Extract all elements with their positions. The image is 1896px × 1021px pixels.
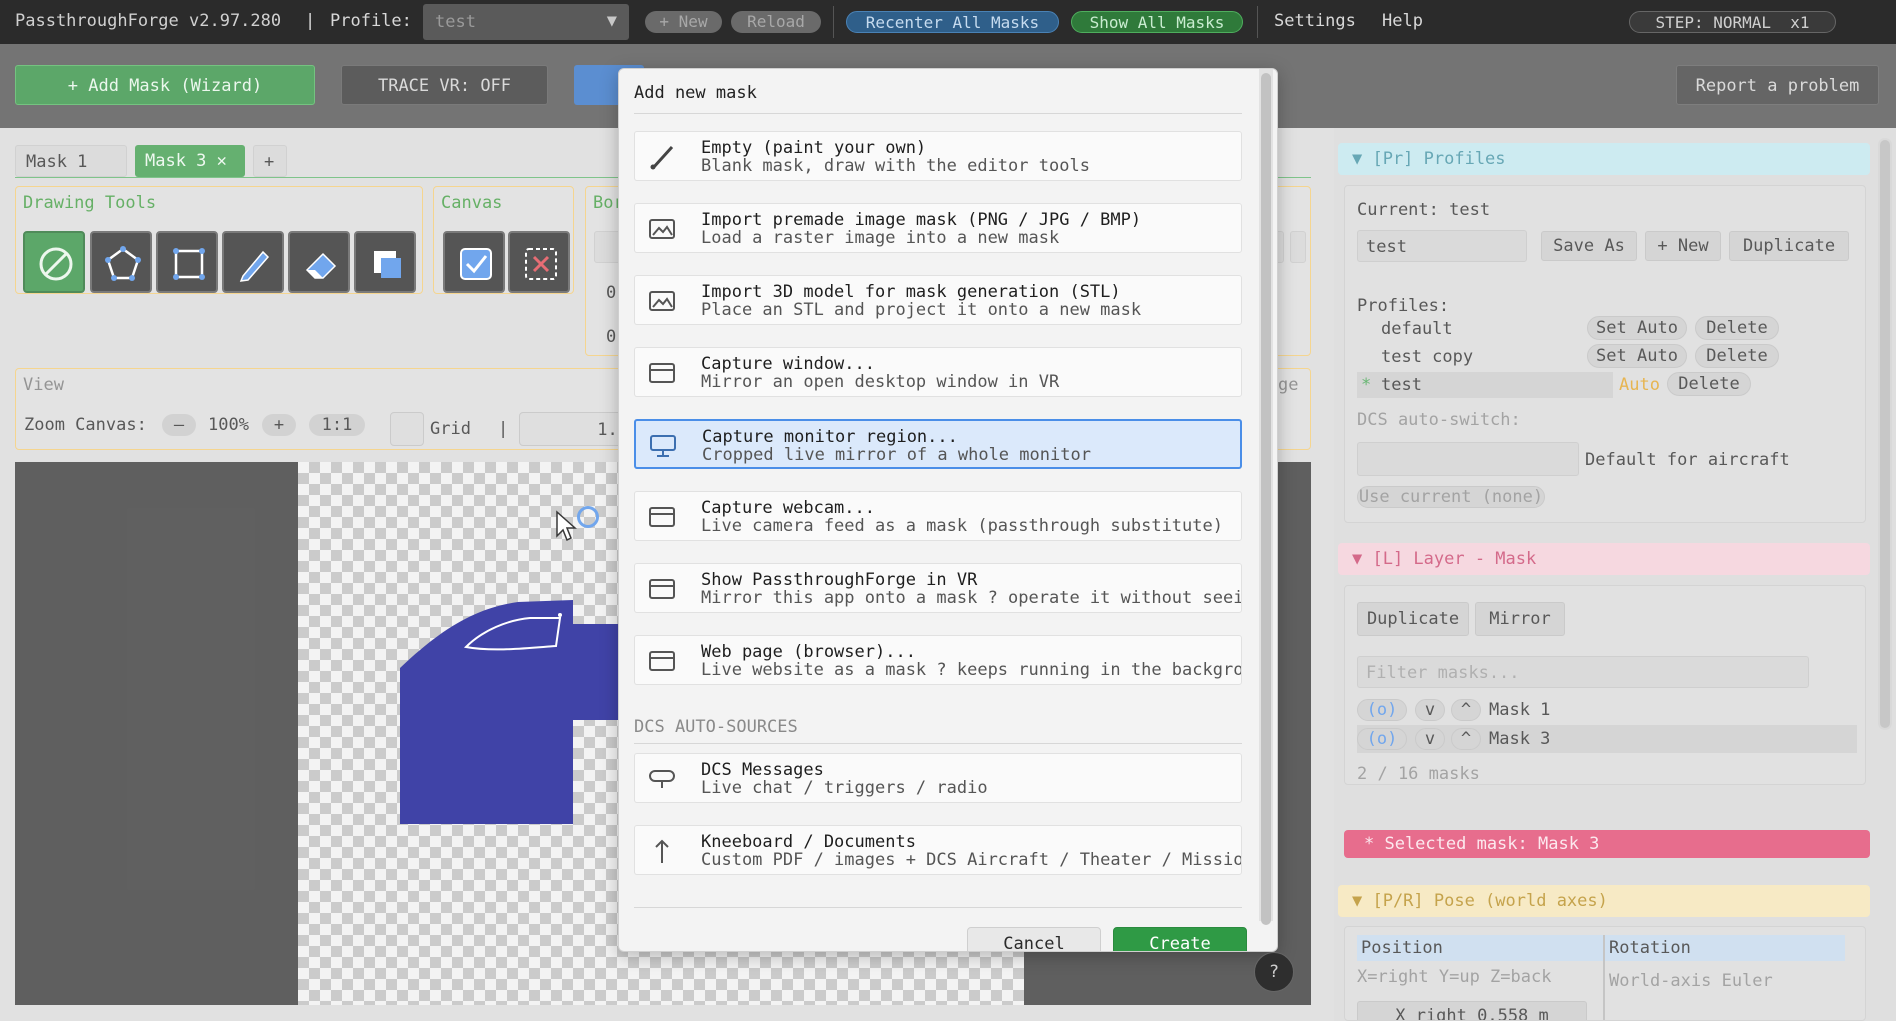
brush-icon [650, 145, 674, 170]
cancel-button[interactable]: Cancel [967, 927, 1101, 951]
menu-help[interactable]: Help [1382, 11, 1423, 31]
option-title: Empty (paint your own) [701, 138, 927, 158]
option-web-page[interactable]: Web page (browser)... Live website as a … [634, 635, 1242, 685]
option-capture-window[interactable]: Capture window... Mirror an open desktop… [634, 347, 1242, 397]
option-title: Show PassthroughForge in VR [701, 570, 978, 590]
option-title: Kneeboard / Documents [701, 832, 916, 852]
show-all-masks-button[interactable]: Show All Masks [1071, 11, 1243, 33]
image-icon [649, 219, 675, 239]
option-subtitle: Cropped live mirror of a whole monitor [702, 445, 1091, 465]
reload-button[interactable]: Reload [731, 11, 821, 33]
step-indicator: STEP: NORMAL x1 [1629, 11, 1836, 33]
image-icon [649, 291, 675, 311]
dialog-title-divider [634, 113, 1242, 114]
menu-settings[interactable]: Settings [1274, 11, 1356, 31]
divider [1257, 6, 1258, 38]
chat-icon [649, 770, 675, 788]
window-icon [649, 651, 675, 671]
option-capture-monitor[interactable]: Capture monitor region... Cropped live m… [634, 419, 1242, 469]
menubar-separator: | [305, 11, 316, 31]
option-import-stl[interactable]: Import 3D model for mask generation (STL… [634, 275, 1242, 325]
dialog-scrollbar-thumb[interactable] [1261, 73, 1271, 925]
create-button[interactable]: Create [1113, 927, 1247, 951]
option-subtitle: Mirror this app onto a mask ? operate it… [701, 588, 1242, 608]
option-capture-webcam[interactable]: Capture webcam... Live camera feed as a … [634, 491, 1242, 541]
dcs-sources-section-label: DCS AUTO-SOURCES [634, 717, 798, 737]
window-icon [649, 507, 675, 527]
section-divider [634, 743, 1242, 744]
window-icon [649, 579, 675, 599]
profile-label: Profile: [330, 11, 412, 31]
window-icon [649, 363, 675, 383]
option-subtitle: Load a raster image into a new mask [701, 228, 1060, 248]
option-title: Import 3D model for mask generation (STL… [701, 282, 1121, 302]
option-title: Web page (browser)... [701, 642, 916, 662]
arrow-up-icon [655, 839, 669, 863]
option-subtitle: Custom PDF / images + DCS Aircraft / The… [701, 850, 1242, 870]
option-kneeboard[interactable]: Kneeboard / Documents Custom PDF / image… [634, 825, 1242, 875]
add-mask-dialog: Add new mask Empty (paint your own) Blan… [618, 68, 1278, 952]
new-profile-button[interactable]: + New [645, 11, 722, 33]
option-title: Capture window... [701, 354, 875, 374]
option-empty-mask[interactable]: Empty (paint your own) Blank mask, draw … [634, 131, 1242, 181]
profile-select[interactable]: test ▼ [423, 4, 629, 40]
chevron-down-icon: ▼ [606, 11, 617, 31]
dialog-title: Add new mask [634, 83, 757, 103]
option-show-app-in-vr[interactable]: Show PassthroughForge in VR Mirror this … [634, 563, 1242, 613]
profile-select-value: test [435, 12, 476, 32]
option-subtitle: Live chat / triggers / radio [701, 778, 988, 798]
option-import-image[interactable]: Import premade image mask (PNG / JPG / B… [634, 203, 1242, 253]
app-version: v2.97.280 [189, 11, 282, 31]
option-subtitle: Live website as a mask ? keeps running i… [701, 660, 1242, 680]
recenter-all-masks-button[interactable]: Recenter All Masks [846, 11, 1059, 33]
option-subtitle: Mirror an open desktop window in VR [701, 372, 1060, 392]
option-subtitle: Blank mask, draw with the editor tools [701, 156, 1090, 176]
option-title: Capture webcam... [701, 498, 875, 518]
divider [833, 6, 834, 38]
option-subtitle: Live camera feed as a mask (passthrough … [701, 516, 1223, 536]
option-title: Import premade image mask (PNG / JPG / B… [701, 210, 1142, 230]
option-subtitle: Place an STL and project it onto a new m… [701, 300, 1142, 320]
option-title: DCS Messages [701, 760, 824, 780]
menu-bar: PassthroughForge v2.97.280 | Profile: te… [0, 0, 1896, 44]
step-mode: STEP: NORMAL [1655, 13, 1772, 32]
step-multiplier: x1 [1790, 13, 1810, 32]
app-name: PassthroughForge [15, 11, 179, 31]
option-dcs-messages[interactable]: DCS Messages Live chat / triggers / radi… [634, 753, 1242, 803]
option-title: Capture monitor region... [702, 427, 958, 447]
monitor-icon [650, 435, 676, 457]
help-fab-button[interactable]: ? [1254, 952, 1294, 992]
footer-divider [634, 907, 1242, 908]
